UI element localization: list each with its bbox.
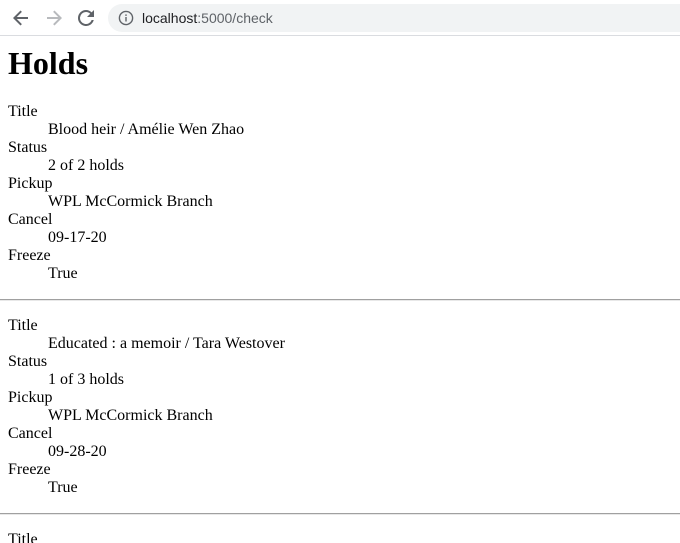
- cancel-label: Cancel: [8, 425, 53, 442]
- cancel-label: Cancel: [8, 211, 53, 228]
- page-content: Holds Title Blood heir / Amélie Wen Zhao…: [0, 45, 680, 543]
- freeze-value: True: [48, 479, 78, 496]
- pickup-label: Pickup: [8, 389, 53, 406]
- hold-divider: [0, 513, 680, 515]
- status-label: Status: [8, 353, 48, 370]
- status-label: Status: [8, 139, 48, 156]
- cancel-value: 09-17-20: [48, 229, 107, 246]
- hold-entry: Title Educated : a memoir / Tara Westove…: [8, 317, 680, 497]
- back-arrow-icon[interactable]: [9, 6, 33, 30]
- status-value: 2 of 2 holds: [48, 157, 124, 174]
- pickup-label: Pickup: [8, 175, 53, 192]
- page-title: Holds: [8, 45, 89, 81]
- title-label: Title: [8, 317, 38, 334]
- title-label: Title: [8, 103, 38, 120]
- pickup-value: WPL McCormick Branch: [48, 407, 213, 424]
- title-value: Blood heir / Amélie Wen Zhao: [48, 121, 245, 138]
- title-label: Title: [8, 531, 38, 543]
- url-path: :5000/check: [197, 10, 273, 26]
- status-value: 1 of 3 holds: [48, 371, 124, 388]
- cancel-value: 09-28-20: [48, 443, 107, 460]
- freeze-value: True: [48, 265, 78, 282]
- freeze-label: Freeze: [8, 247, 51, 264]
- url-host: localhost: [142, 10, 198, 26]
- browser-toolbar: localhost:5000/check: [0, 0, 680, 36]
- hold-entry: Title Blood heir / Amélie Wen Zhao Statu…: [8, 103, 680, 283]
- address-bar[interactable]: localhost:5000/check: [108, 4, 680, 32]
- hold-divider: [0, 299, 680, 301]
- info-icon[interactable]: [118, 10, 134, 26]
- pickup-value: WPL McCormick Branch: [48, 193, 213, 210]
- forward-arrow-icon[interactable]: [42, 6, 66, 30]
- title-value: Educated : a memoir / Tara Westover: [48, 335, 285, 352]
- reload-icon[interactable]: [74, 6, 98, 30]
- freeze-label: Freeze: [8, 461, 51, 478]
- hold-entry-partial: Title: [8, 531, 680, 543]
- url-text[interactable]: localhost:5000/check: [142, 10, 273, 26]
